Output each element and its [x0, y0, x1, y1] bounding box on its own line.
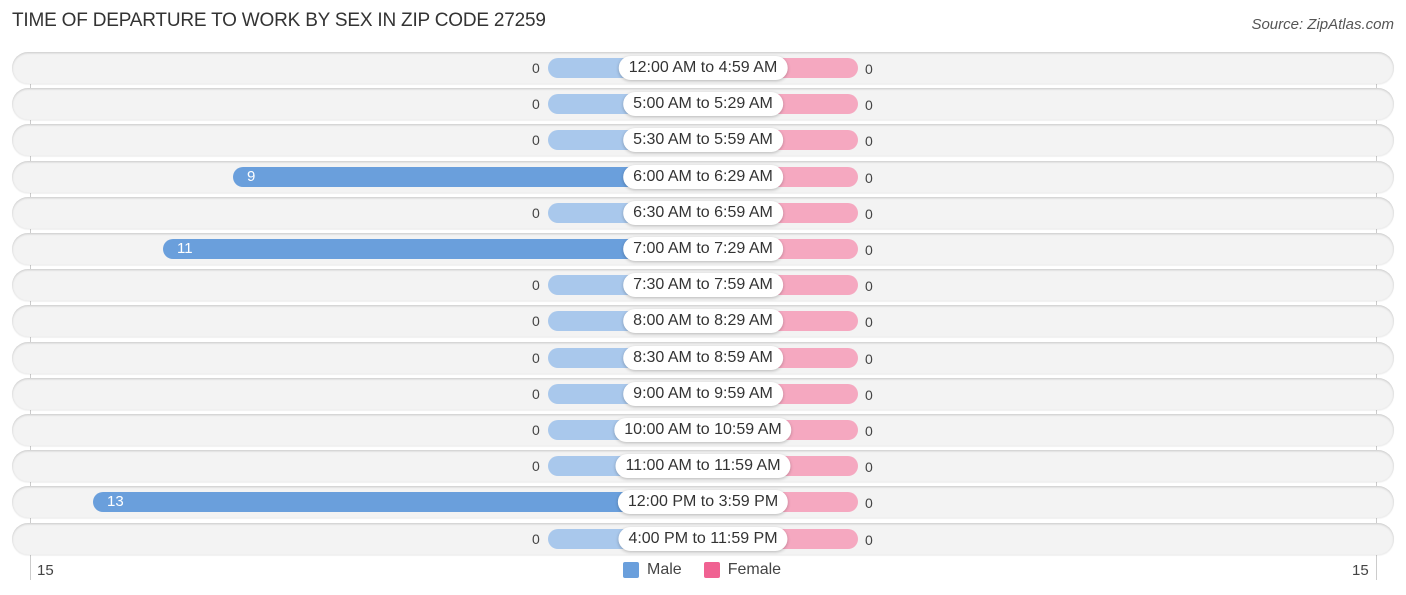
- value-label-female: 0: [865, 350, 873, 367]
- value-label-male: 0: [532, 60, 540, 76]
- value-label-male: 11: [177, 240, 193, 257]
- source-label: Source: ZipAtlas.com: [1251, 16, 1394, 33]
- value-label-male: 13: [107, 493, 124, 511]
- category-label: 6:00 AM to 6:29 AM: [623, 164, 783, 189]
- value-label-female: 0: [865, 205, 873, 222]
- category-label: 8:00 AM to 8:29 AM: [623, 309, 783, 334]
- legend: Male Female: [623, 561, 781, 579]
- value-label-male: 9: [247, 167, 256, 185]
- category-label: 11:00 AM to 11:59 AM: [615, 454, 791, 479]
- value-label-female: 0: [865, 97, 873, 114]
- value-label-female: 0: [865, 495, 873, 512]
- value-label-male: 0: [532, 313, 540, 330]
- value-label-female: 0: [865, 386, 873, 403]
- category-label: 8:30 AM to 8:59 AM: [623, 345, 783, 370]
- value-label-female: 0: [865, 169, 873, 186]
- value-label-male: 0: [532, 132, 540, 149]
- value-label-male: 0: [532, 530, 540, 547]
- legend-label-female: Female: [727, 561, 782, 578]
- legend-swatch-female: [703, 562, 720, 578]
- category-label: 12:00 PM to 3:59 PM: [617, 490, 789, 515]
- axis-tick-right: 15: [1352, 562, 1369, 579]
- axis-tick-left: 15: [37, 562, 54, 579]
- chart-title: TIME OF DEPARTURE TO WORK BY SEX IN ZIP …: [12, 10, 546, 31]
- legend-label-male: Male: [647, 561, 682, 578]
- value-label-female: 0: [865, 423, 873, 439]
- value-label-female: 0: [865, 459, 873, 476]
- category-label: 12:00 AM to 4:59 AM: [618, 56, 788, 80]
- value-label-female: 0: [865, 61, 873, 77]
- value-label-male: 0: [532, 385, 540, 402]
- category-label: 7:30 AM to 7:59 AM: [623, 273, 783, 298]
- category-label: 5:30 AM to 5:59 AM: [623, 128, 783, 153]
- category-label: 5:00 AM to 5:29 AM: [623, 92, 783, 117]
- legend-swatch-male: [623, 562, 639, 578]
- value-label-female: 0: [865, 133, 873, 150]
- value-label-female: 0: [865, 242, 873, 258]
- value-label-male: 0: [532, 96, 540, 113]
- category-label: 4:00 PM to 11:59 PM: [618, 526, 788, 551]
- legend-item-female: Female: [703, 561, 782, 579]
- category-label: 10:00 AM to 10:59 AM: [614, 418, 792, 442]
- value-label-male: 0: [532, 277, 540, 294]
- bar-male: [93, 492, 703, 513]
- category-label: 9:00 AM to 9:59 AM: [623, 381, 783, 406]
- legend-item-male: Male: [623, 561, 682, 579]
- category-label: 7:00 AM to 7:29 AM: [623, 237, 783, 261]
- value-label-male: 0: [532, 349, 540, 366]
- value-label-male: 0: [532, 204, 540, 221]
- value-label-female: 0: [865, 531, 873, 548]
- bar-male: [163, 239, 703, 259]
- value-label-female: 0: [865, 278, 873, 295]
- value-label-male: 0: [532, 458, 540, 475]
- value-label-female: 0: [865, 314, 873, 331]
- value-label-male: 0: [532, 422, 540, 438]
- category-label: 6:30 AM to 6:59 AM: [623, 200, 783, 225]
